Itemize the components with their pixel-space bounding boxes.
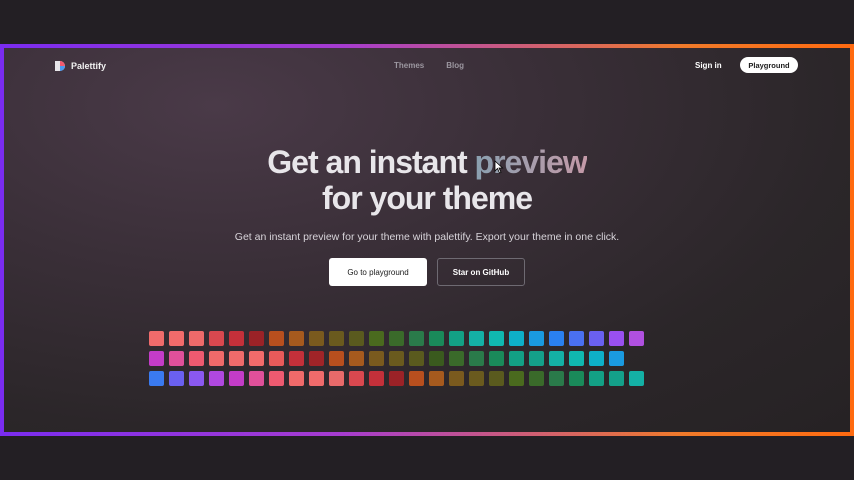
hero-title: Get an instant preview for your theme <box>4 144 850 216</box>
color-swatch <box>509 331 524 346</box>
color-swatch <box>389 351 404 366</box>
swatch-row <box>149 351 644 366</box>
color-swatch <box>549 351 564 366</box>
color-swatch <box>369 351 384 366</box>
color-swatch <box>189 331 204 346</box>
color-swatch <box>329 351 344 366</box>
color-swatch <box>489 331 504 346</box>
color-swatch <box>329 331 344 346</box>
top-navigation: Palettify Themes Blog Sign in Playground <box>4 48 850 88</box>
playground-button[interactable]: Playground <box>740 57 798 73</box>
color-swatch <box>429 331 444 346</box>
color-swatch <box>149 371 164 386</box>
color-swatch <box>229 331 244 346</box>
color-swatch <box>309 331 324 346</box>
color-swatch <box>389 331 404 346</box>
color-swatch <box>249 351 264 366</box>
swatch-row <box>149 331 644 346</box>
star-on-github-button[interactable]: Star on GitHub <box>437 258 525 286</box>
color-swatch <box>149 351 164 366</box>
color-swatch <box>389 371 404 386</box>
nav-link-blog[interactable]: Blog <box>446 61 464 70</box>
nav-links: Themes Blog <box>394 61 464 70</box>
color-swatch <box>409 331 424 346</box>
color-swatch <box>229 371 244 386</box>
color-swatch <box>309 371 324 386</box>
color-swatch <box>369 331 384 346</box>
hero-title-line-1: Get an instant preview <box>4 144 850 180</box>
color-swatch <box>409 351 424 366</box>
color-swatch <box>489 371 504 386</box>
go-to-playground-button[interactable]: Go to playground <box>329 258 427 286</box>
color-swatch <box>569 371 584 386</box>
color-swatch <box>569 331 584 346</box>
color-swatch <box>609 351 624 366</box>
color-swatch <box>529 371 544 386</box>
color-swatch <box>169 371 184 386</box>
hero-title-line-2: for your theme <box>321 180 533 216</box>
color-swatch <box>369 371 384 386</box>
landing-page: Palettify Themes Blog Sign in Playground… <box>4 48 850 432</box>
color-swatch <box>269 371 284 386</box>
sign-in-link[interactable]: Sign in <box>695 61 722 70</box>
color-swatch <box>149 331 164 346</box>
color-swatch <box>289 371 304 386</box>
color-swatch <box>349 371 364 386</box>
color-swatch <box>529 331 544 346</box>
color-swatch <box>609 331 624 346</box>
color-swatch <box>469 351 484 366</box>
color-swatch <box>349 331 364 346</box>
color-swatch <box>269 351 284 366</box>
brand-name: Palettify <box>71 61 107 71</box>
color-swatch <box>209 371 224 386</box>
color-swatch <box>449 331 464 346</box>
highlight-frame: Palettify Themes Blog Sign in Playground… <box>0 44 854 436</box>
hero-subtitle: Get an instant preview for your theme wi… <box>234 231 620 243</box>
color-swatch <box>529 351 544 366</box>
color-swatch <box>289 331 304 346</box>
color-swatch <box>209 331 224 346</box>
color-swatch <box>629 371 644 386</box>
brand-logo[interactable]: Palettify <box>54 60 106 72</box>
color-swatch <box>229 351 244 366</box>
color-swatch <box>309 351 324 366</box>
color-swatch <box>249 331 264 346</box>
color-swatch <box>249 371 264 386</box>
color-swatch <box>189 371 204 386</box>
color-swatch <box>489 351 504 366</box>
color-swatch <box>409 371 424 386</box>
hero-buttons: Go to playground Star on GitHub <box>4 258 850 286</box>
color-swatch <box>469 371 484 386</box>
color-swatch <box>509 351 524 366</box>
color-swatch <box>189 351 204 366</box>
swatch-row <box>149 371 644 386</box>
color-swatch <box>469 331 484 346</box>
color-swatch <box>329 371 344 386</box>
color-swatch <box>569 351 584 366</box>
hero-title-text: Get an instant <box>267 144 475 180</box>
color-swatch <box>349 351 364 366</box>
color-swatch <box>609 371 624 386</box>
color-swatch <box>449 371 464 386</box>
color-swatch <box>549 331 564 346</box>
palettify-logo-icon <box>55 61 65 71</box>
color-swatch <box>429 351 444 366</box>
color-swatch <box>629 331 644 346</box>
color-swatch <box>269 331 284 346</box>
color-swatch <box>589 351 604 366</box>
color-swatch <box>169 331 184 346</box>
color-swatch <box>449 351 464 366</box>
color-swatch-grid <box>149 331 644 391</box>
nav-link-themes[interactable]: Themes <box>394 61 424 70</box>
color-swatch <box>209 351 224 366</box>
color-swatch <box>509 371 524 386</box>
color-swatch <box>289 351 304 366</box>
hero-title-accent: preview <box>474 144 588 180</box>
mouse-cursor-icon <box>494 160 504 174</box>
color-swatch <box>429 371 444 386</box>
color-swatch <box>589 331 604 346</box>
color-swatch <box>589 371 604 386</box>
color-swatch <box>549 371 564 386</box>
color-swatch <box>169 351 184 366</box>
